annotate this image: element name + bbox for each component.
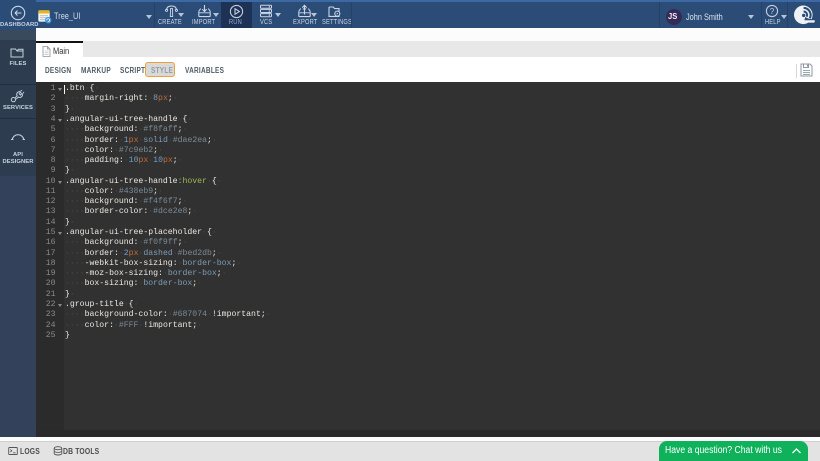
svg-text:?: ? — [770, 7, 775, 16]
